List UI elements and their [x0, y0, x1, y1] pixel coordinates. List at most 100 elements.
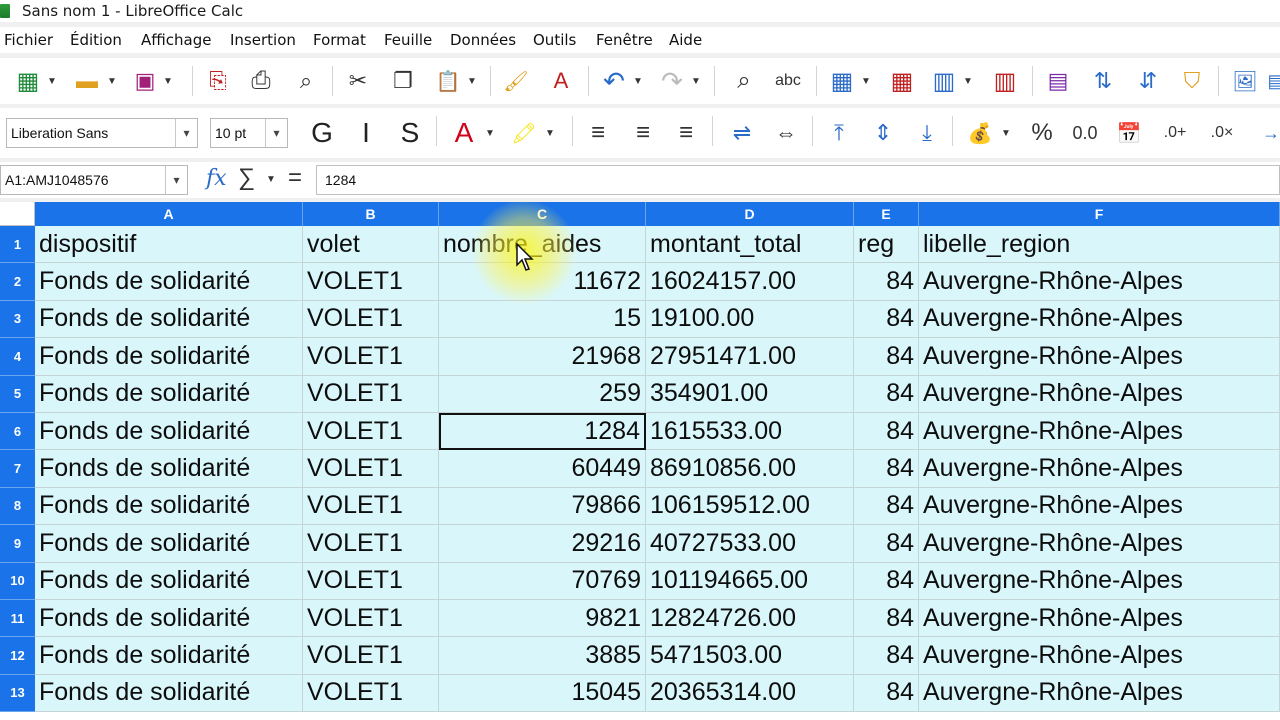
clone-formatting-icon[interactable]: 🖌: [498, 58, 534, 104]
export-pdf-icon[interactable]: ⎘: [200, 58, 236, 104]
cell-C5[interactable]: 259: [439, 375, 646, 413]
cell-D1[interactable]: montant_total: [646, 226, 854, 264]
sort-icon[interactable]: ▤: [1040, 58, 1076, 104]
font-color-icon[interactable]: A: [444, 108, 484, 158]
chevron-down-icon[interactable]: ▼: [466, 58, 478, 104]
cell-A12[interactable]: Fonds de solidarité: [35, 637, 303, 675]
equals-icon[interactable]: =: [288, 164, 302, 192]
row-header-13[interactable]: 13: [0, 674, 35, 713]
cell-C7[interactable]: 60449: [439, 450, 646, 488]
cell-B5[interactable]: VOLET1: [303, 375, 439, 413]
row-header-12[interactable]: 12: [0, 637, 35, 675]
cell-F3[interactable]: Auvergne-Rhône-Alpes: [919, 300, 1280, 339]
sum-icon[interactable]: ∑: [238, 164, 255, 192]
copy-icon[interactable]: ❐: [384, 58, 422, 104]
function-wizard-icon[interactable]: fx: [206, 166, 227, 191]
row-header-1[interactable]: 1: [0, 226, 35, 264]
cell-A11[interactable]: Fonds de solidarité: [35, 600, 303, 638]
align-left-icon[interactable]: ≡: [580, 108, 616, 158]
cell-D6[interactable]: 1615533.00: [646, 413, 854, 451]
align-center-icon[interactable]: ≡: [624, 108, 662, 158]
cell-E11[interactable]: 84: [854, 600, 919, 638]
cell-B13[interactable]: VOLET1: [303, 674, 439, 713]
cell-D9[interactable]: 40727533.00: [646, 525, 854, 563]
menu-item-3[interactable]: Insertion: [230, 31, 296, 49]
menu-item-1[interactable]: Édition: [70, 31, 122, 49]
cut-icon[interactable]: ✂: [340, 58, 376, 104]
cell-D7[interactable]: 86910856.00: [646, 450, 854, 488]
cell-F9[interactable]: Auvergne-Rhône-Alpes: [919, 525, 1280, 563]
cell-C1[interactable]: nombre_aides: [439, 226, 646, 264]
chevron-down-icon[interactable]: ▼: [690, 58, 702, 104]
cell-E4[interactable]: 84: [854, 338, 919, 376]
column-header-B[interactable]: B: [303, 202, 439, 226]
cell-F8[interactable]: Auvergne-Rhône-Alpes: [919, 487, 1280, 526]
add-decimal-icon[interactable]: .0+: [1156, 108, 1194, 158]
cell-C6[interactable]: 1284: [439, 413, 646, 451]
chevron-down-icon[interactable]: ▾: [265, 119, 287, 147]
cell-E7[interactable]: 84: [854, 450, 919, 488]
menu-item-9[interactable]: Aide: [669, 31, 702, 49]
row-header-3[interactable]: 3: [0, 300, 35, 339]
cell-D4[interactable]: 27951471.00: [646, 338, 854, 376]
chevron-down-icon[interactable]: ▼: [162, 58, 174, 104]
cell-C2[interactable]: 11672: [439, 263, 646, 301]
new-spreadsheet-icon[interactable]: ▦: [10, 58, 46, 104]
cell-B9[interactable]: VOLET1: [303, 525, 439, 563]
cell-F11[interactable]: Auvergne-Rhône-Alpes: [919, 600, 1280, 638]
font-name-combo[interactable]: Liberation Sans ▾: [6, 118, 198, 148]
cell-E6[interactable]: 84: [854, 413, 919, 451]
cell-B11[interactable]: VOLET1: [303, 600, 439, 638]
cell-E12[interactable]: 84: [854, 637, 919, 675]
bold-icon[interactable]: G: [304, 108, 340, 158]
cell-D2[interactable]: 16024157.00: [646, 263, 854, 301]
chevron-down-icon[interactable]: ▼: [1000, 108, 1012, 158]
cell-E13[interactable]: 84: [854, 674, 919, 713]
paste-icon[interactable]: 📋: [430, 58, 466, 104]
chevron-down-icon[interactable]: ▼: [266, 174, 276, 185]
cell-E3[interactable]: 84: [854, 300, 919, 339]
cell-F2[interactable]: Auvergne-Rhône-Alpes: [919, 263, 1280, 301]
row-header-7[interactable]: 7: [0, 450, 35, 488]
row-header-10[interactable]: 10: [0, 562, 35, 600]
cell-A5[interactable]: Fonds de solidarité: [35, 375, 303, 413]
chevron-down-icon[interactable]: ▼: [484, 108, 496, 158]
save-icon[interactable]: ▣: [128, 58, 162, 104]
cell-E9[interactable]: 84: [854, 525, 919, 563]
row-header-5[interactable]: 5: [0, 375, 35, 413]
menu-item-0[interactable]: Fichier: [4, 31, 53, 49]
cell-D3[interactable]: 19100.00: [646, 300, 854, 339]
redo-icon[interactable]: ↷: [654, 58, 690, 104]
percent-format-icon[interactable]: %: [1024, 108, 1060, 158]
row-header-2[interactable]: 2: [0, 263, 35, 301]
align-right-icon[interactable]: ≡: [668, 108, 704, 158]
cell-B10[interactable]: VOLET1: [303, 562, 439, 600]
find-replace-icon[interactable]: ⌕: [724, 58, 764, 104]
column-icon[interactable]: ▥: [926, 58, 962, 104]
currency-format-icon[interactable]: 💰: [960, 108, 1000, 158]
font-size-combo[interactable]: 10 pt ▾: [210, 118, 288, 148]
cell-F12[interactable]: Auvergne-Rhône-Alpes: [919, 637, 1280, 675]
wrap-text-icon[interactable]: ⇌: [722, 108, 762, 158]
cell-F13[interactable]: Auvergne-Rhône-Alpes: [919, 674, 1280, 713]
cell-A9[interactable]: Fonds de solidarité: [35, 525, 303, 563]
column-header-A[interactable]: A: [35, 202, 303, 226]
cell-B3[interactable]: VOLET1: [303, 300, 439, 339]
column-header-D[interactable]: D: [646, 202, 854, 226]
chevron-down-icon[interactable]: ▼: [962, 58, 974, 104]
menu-item-6[interactable]: Données: [450, 31, 516, 49]
cell-C11[interactable]: 9821: [439, 600, 646, 638]
align-top-icon[interactable]: ⤒: [820, 108, 858, 158]
cell-E1[interactable]: reg: [854, 226, 919, 264]
spreadsheet-grid[interactable]: A B C D E F 1 dispositif volet nombre_aides montan…: [0, 202, 1280, 720]
center-vertically-icon[interactable]: ⇕: [864, 108, 902, 158]
cell-F1[interactable]: libelle_region: [919, 226, 1280, 264]
date-format-icon[interactable]: 📅: [1110, 108, 1148, 158]
clear-formatting-icon[interactable]: A: [542, 58, 580, 104]
cell-C8[interactable]: 79866: [439, 487, 646, 526]
cell-D5[interactable]: 354901.00: [646, 375, 854, 413]
cell-E2[interactable]: 84: [854, 263, 919, 301]
cell-E8[interactable]: 84: [854, 487, 919, 526]
cell-B8[interactable]: VOLET1: [303, 487, 439, 526]
insert-image-icon[interactable]: 🖼: [1226, 58, 1264, 104]
